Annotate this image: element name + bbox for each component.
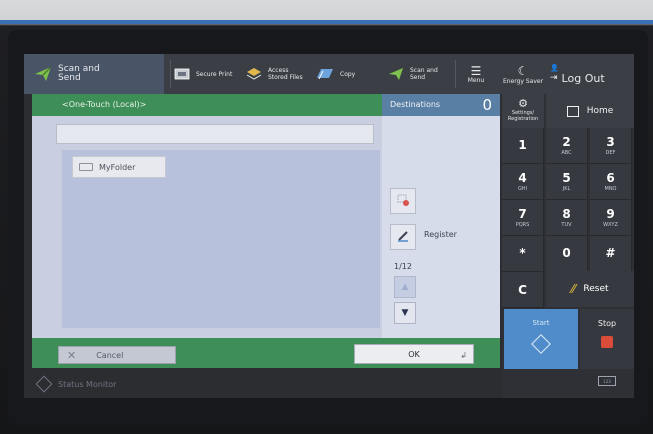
menu-label: Menu [467,76,485,84]
status-monitor-label: Status Monitor [58,379,117,389]
paper-plane-icon [388,67,404,81]
scan-and-send-main-tab[interactable]: Scan and Send [24,54,164,94]
scan-and-send-button[interactable]: Scan and Send [388,54,454,94]
home-label: Home [586,106,614,116]
printer-lock-icon [174,68,190,80]
close-icon: ✕ [67,348,77,362]
key-asterisk[interactable]: * [502,236,544,272]
register-button[interactable] [390,224,416,250]
ok-button[interactable]: OK ↲ [354,344,474,364]
monitor-edge [0,20,653,24]
folder-label: MyFolder [99,162,136,172]
counter-icon[interactable]: 123 [598,376,616,386]
log-out-label: Log Out [561,71,605,85]
arrow-down-icon: ▼ [401,308,409,318]
scroll-up-button[interactable]: ▲ [394,276,416,298]
stored-files-icon [246,67,262,81]
key-0[interactable]: 0 [546,236,588,272]
register-label: Register [424,230,457,239]
access-label-1: Access [268,67,289,74]
touch-screen: Scan and Send Secure Print Access Stored… [24,54,634,398]
scan-send-label-1: Scan and [410,67,438,74]
delete-destination-button[interactable] [390,188,416,214]
copy-label: Copy [340,70,356,78]
energy-saver-button[interactable]: ☾ Energy Saver [502,54,544,94]
energy-saver-label: Energy Saver [502,77,544,85]
enter-icon: ↲ [460,351,467,360]
settings-label: Settings/ Registration [507,110,539,122]
separator [170,60,171,88]
address-book-location[interactable]: <One-Touch (Local)> [62,100,146,109]
key-4[interactable]: 4 GHI [502,164,544,200]
logout-icon: ⇥ [550,73,558,83]
cancel-button[interactable]: ✕ Cancel [58,346,176,364]
copy-button[interactable]: Copy [316,54,386,94]
key-6[interactable]: 6 MNO [590,164,632,200]
key-7[interactable]: 7 PQRS [502,200,544,236]
address-input[interactable] [56,124,374,144]
folder-item-myfolder[interactable]: MyFolder [72,156,166,178]
reset-label: Reset [583,284,609,294]
key-hash[interactable]: # [590,236,632,272]
start-icon [531,334,551,354]
menu-button[interactable]: ☰ Menu [456,54,496,94]
moon-icon: ☾ [517,63,529,78]
log-out-button[interactable]: 👤 ⇥ Log Out [546,54,634,94]
reset-button[interactable]: ⁄⁄ Reset [546,271,634,307]
destinations-header[interactable]: Destinations 0 [382,94,500,116]
access-stored-files-button[interactable]: Access Stored Files [246,54,314,94]
access-label-2: Stored Files [268,74,303,81]
home-button[interactable]: Home [546,94,634,128]
pen-icon [396,228,410,247]
scan-send-label-2: Send [410,74,426,81]
arrow-up-icon: ▲ [401,282,409,292]
paper-plane-icon [34,66,52,82]
secure-print-button[interactable]: Secure Print [174,54,244,94]
status-monitor-button[interactable]: Status Monitor [35,375,117,393]
key-2[interactable]: 2 ABC [546,128,588,164]
stop-icon [601,336,613,348]
start-label: Start [532,319,550,327]
page-indicator: 1/12 [394,262,412,271]
key-5[interactable]: 5 JKL [546,164,588,200]
key-9[interactable]: 9 WXYZ [590,200,632,236]
key-8[interactable]: 8 TUV [546,200,588,236]
key-1[interactable]: 1 [502,128,544,164]
clear-button[interactable]: C [502,272,544,308]
destinations-label: Destinations [390,100,441,109]
status-monitor-icon [35,375,53,393]
destinations-count: 0 [482,96,492,114]
scroll-down-button[interactable]: ▼ [394,302,416,324]
ok-label: OK [408,349,420,359]
folder-icon [79,163,93,171]
reset-icon: ⁄⁄ [571,282,576,296]
stop-button[interactable]: Stop [580,309,634,369]
copy-icon [316,67,334,81]
key-3[interactable]: 3 DEF [590,128,632,164]
scan-main-label-2: Send [58,73,81,83]
delete-icon [396,192,410,211]
home-icon [566,105,579,117]
settings-registration-button[interactable]: ⚙ Settings/ Registration [502,94,544,128]
start-button[interactable]: Start [504,309,578,369]
secure-print-label: Secure Print [196,70,233,78]
user-icon: 👤 [550,63,559,72]
cancel-label: Cancel [96,350,124,360]
gear-icon: ⚙ [518,97,528,110]
address-book-header: <One-Touch (Local)> [32,94,382,116]
hamburger-icon: ☰ [470,63,482,78]
stop-label: Stop [597,319,617,328]
